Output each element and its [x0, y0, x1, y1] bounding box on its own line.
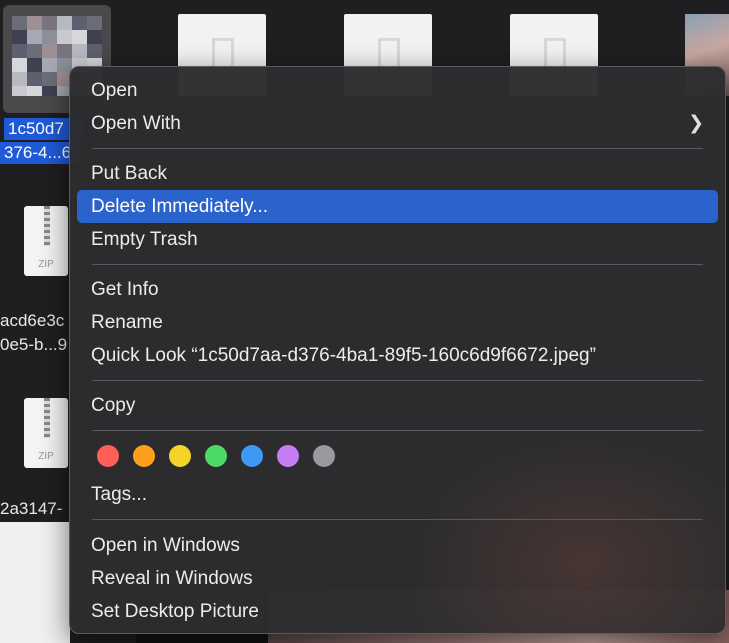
thumbnail-pixel [27, 58, 42, 72]
selected-file-name-line2[interactable]: 376-4...6 [0, 142, 80, 164]
menu-item-quick-look[interactable]: Quick Look “1c50d7aa-d376-4ba1-89f5-160c… [77, 339, 718, 372]
menu-item-copy[interactable]: Copy [77, 389, 718, 422]
tag-yellow-dot[interactable] [169, 445, 191, 467]
tag-gray-dot[interactable] [313, 445, 335, 467]
thumbnail-pixel [12, 30, 27, 44]
menu-item-reveal-in-windows[interactable]: Reveal in Windows [77, 562, 718, 595]
thumbnail-pixel [57, 16, 72, 30]
tag-green-dot[interactable] [205, 445, 227, 467]
thumbnail-pixel [12, 58, 27, 72]
zip-label: ZIP [38, 451, 54, 462]
menu-item-tags[interactable]: Tags... [77, 478, 718, 511]
tag-blue-dot[interactable] [241, 445, 263, 467]
menu-item-open[interactable]: Open [77, 74, 718, 107]
thumbnail-pixel [87, 44, 102, 58]
thumbnail-pixel [72, 44, 87, 58]
thumbnail-pixel [42, 72, 57, 86]
menu-item-put-back[interactable]: Put Back [77, 157, 718, 190]
chevron-right-icon: ❯ [688, 113, 704, 134]
thumbnail-pixel [42, 16, 57, 30]
thumbnail-pixel [57, 30, 72, 44]
menu-item-open-in-windows[interactable]: Open in Windows [77, 529, 718, 562]
thumbnail-pixel [12, 86, 27, 96]
thumbnail-pixel [87, 30, 102, 44]
tag-orange-dot[interactable] [133, 445, 155, 467]
thumbnail-pixel [42, 86, 57, 96]
thumbnail-pixel [42, 44, 57, 58]
file-icon-area [0, 522, 70, 643]
thumbnail-pixel [42, 58, 57, 72]
zip-label: ZIP [38, 259, 54, 270]
menu-item-get-info[interactable]: Get Info [77, 273, 718, 306]
thumbnail-pixel [12, 72, 27, 86]
menu-separator [92, 264, 703, 265]
file-name-line2[interactable]: 0e5-b...9 [0, 335, 67, 355]
menu-item-delete-immediately[interactable]: Delete Immediately... [77, 190, 718, 223]
thumbnail-pixel [27, 72, 42, 86]
file-name[interactable]: 2a3147- [0, 499, 62, 519]
menu-item-label: Open With [91, 113, 181, 134]
thumbnail-pixel [27, 86, 42, 96]
thumbnail-pixel [72, 30, 87, 44]
menu-item-rename[interactable]: Rename [77, 306, 718, 339]
thumbnail-pixel [72, 16, 87, 30]
zip-file-icon[interactable]: ZIP [24, 206, 68, 276]
menu-separator [92, 380, 703, 381]
file-name[interactable]: acd6e3c [0, 311, 64, 331]
menu-separator [92, 430, 703, 431]
menu-separator [92, 148, 703, 149]
menu-separator [92, 519, 703, 520]
thumbnail-pixel [27, 30, 42, 44]
thumbnail-pixel [87, 16, 102, 30]
tag-purple-dot[interactable] [277, 445, 299, 467]
thumbnail-pixel [57, 44, 72, 58]
thumbnail-pixel [42, 30, 57, 44]
thumbnail-pixel [12, 16, 27, 30]
menu-item-open-with[interactable]: Open With ❯ [77, 107, 718, 140]
menu-item-empty-trash[interactable]: Empty Trash [77, 223, 718, 256]
context-menu: Open Open With ❯ Put Back Delete Immedia… [69, 66, 726, 634]
menu-item-set-desktop-picture[interactable]: Set Desktop Picture [77, 595, 718, 628]
zip-file-icon[interactable]: ZIP [24, 398, 68, 468]
tag-red-dot[interactable] [97, 445, 119, 467]
thumbnail-pixel [27, 44, 42, 58]
thumbnail-pixel [12, 44, 27, 58]
thumbnail-pixel [27, 16, 42, 30]
